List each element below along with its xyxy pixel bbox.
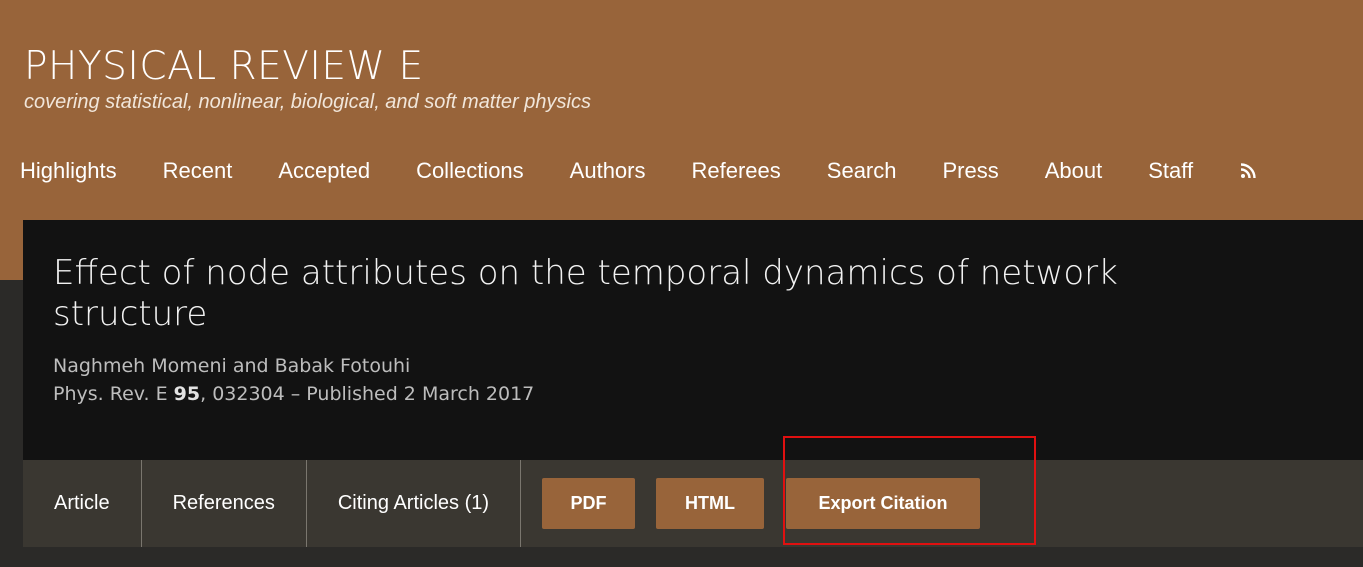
tab-citing-articles[interactable]: Citing Articles (1)	[307, 460, 522, 547]
main-nav: Highlights Recent Accepted Collections A…	[20, 154, 1256, 188]
html-button[interactable]: HTML	[656, 478, 765, 529]
nav-item-collections[interactable]: Collections	[393, 158, 547, 184]
nav-item-authors[interactable]: Authors	[547, 158, 669, 184]
pdf-button[interactable]: PDF	[542, 478, 636, 529]
article-title: Effect of node attributes on the tempora…	[53, 253, 1118, 334]
article-header: Effect of node attributes on the tempora…	[23, 220, 1363, 460]
journal-subtitle: covering statistical, nonlinear, biologi…	[24, 91, 591, 113]
tab-references[interactable]: References	[142, 460, 307, 547]
nav-item-referees[interactable]: Referees	[669, 158, 804, 184]
rss-icon[interactable]	[1216, 163, 1256, 179]
article-tab-bar: Article References Citing Articles (1) P…	[23, 460, 1363, 547]
nav-item-accepted[interactable]: Accepted	[255, 158, 393, 184]
nav-item-staff[interactable]: Staff	[1125, 158, 1216, 184]
citation-volume: 95	[173, 383, 201, 405]
nav-item-highlights[interactable]: Highlights	[20, 158, 140, 184]
page: PHYSICAL REVIEW E covering statistical, …	[0, 0, 1363, 567]
nav-item-recent[interactable]: Recent	[140, 158, 256, 184]
article-citation: Phys. Rev. E 95, 032304 – Published 2 Ma…	[53, 383, 534, 405]
tab-article[interactable]: Article	[23, 460, 142, 547]
article-actions: PDF HTML Export Citation	[521, 460, 1001, 547]
citation-details: , 032304 – Published 2 March 2017	[200, 383, 535, 405]
journal-title[interactable]: PHYSICAL REVIEW E	[24, 44, 424, 89]
article-authors: Naghmeh Momeni and Babak Fotouhi	[53, 355, 411, 377]
nav-item-search[interactable]: Search	[804, 158, 920, 184]
nav-item-about[interactable]: About	[1022, 158, 1126, 184]
nav-item-press[interactable]: Press	[920, 158, 1022, 184]
export-citation-button[interactable]: Export Citation	[786, 478, 981, 529]
citation-journal: Phys. Rev. E	[53, 383, 174, 405]
